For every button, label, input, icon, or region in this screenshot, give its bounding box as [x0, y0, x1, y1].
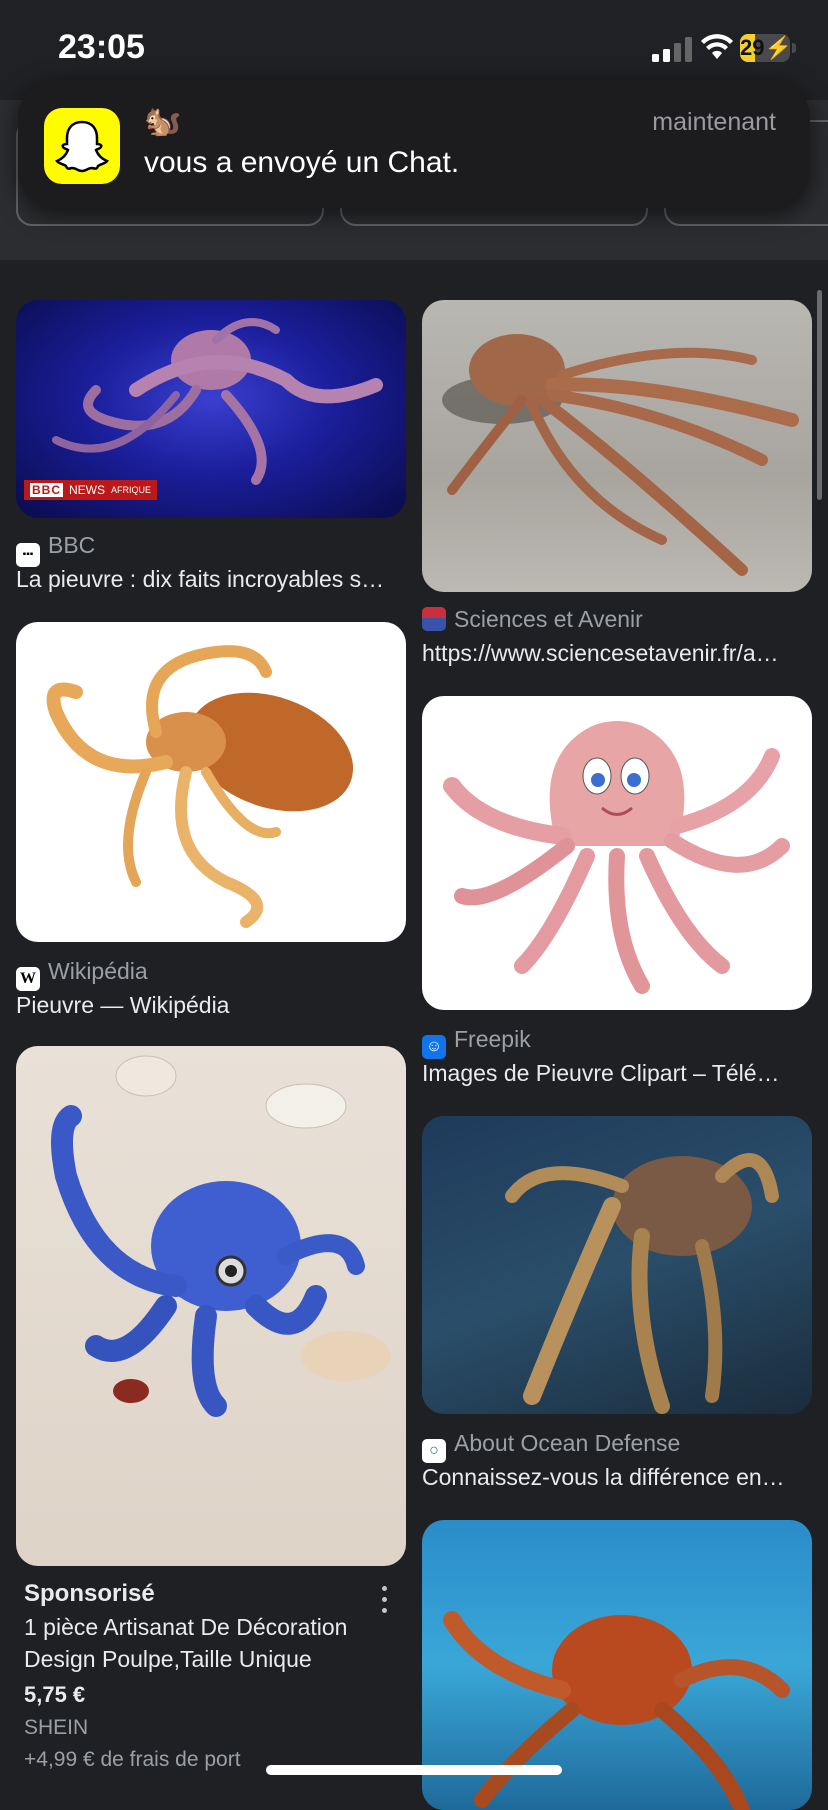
sponsored-shipping: +4,99 € de frais de port	[24, 1748, 241, 1771]
result-source-wikipedia[interactable]: W Wikipédia	[16, 958, 148, 991]
cellular-signal-icon	[652, 36, 694, 62]
result-caption-freepik[interactable]: Images de Pieuvre Clipart – Téléc…	[422, 1060, 788, 1087]
result-source-bbc[interactable]: ▪▪▪ BBC	[16, 532, 95, 567]
notification-message: vous a envoyé un Chat.	[144, 146, 460, 179]
status-time: 23:05	[58, 28, 145, 66]
battery-nub	[792, 43, 796, 53]
result-caption-wikipedia[interactable]: Pieuvre — Wikipédia	[16, 992, 406, 1019]
blue-octopus-figurine	[51, 1055, 391, 1417]
about-ocean-defense-favicon: ○	[422, 1439, 446, 1463]
result-caption-bbc[interactable]: La pieuvre : dix faits incroyables s…	[16, 566, 406, 593]
notification-time: maintenant	[652, 108, 776, 136]
result-source-about-ocean-defense[interactable]: ○ About Ocean Defense	[422, 1430, 680, 1463]
sponsored-title-line2[interactable]: Design Poulpe,Taille Unique	[24, 1646, 312, 1673]
battery-percentage: 29⚡	[740, 35, 790, 60]
wifi-icon	[701, 34, 733, 59]
home-indicator[interactable]	[266, 1765, 562, 1775]
wikipedia-favicon: W	[16, 967, 40, 991]
snapchat-ghost-icon	[44, 108, 120, 184]
result-image-about-ocean-defense[interactable]	[422, 1116, 812, 1414]
bbc-favicon: ▪▪▪	[16, 543, 40, 567]
more-options-icon[interactable]	[378, 1586, 390, 1616]
result-image-freepik[interactable]	[422, 696, 812, 1010]
sponsored-merchant: SHEIN	[24, 1716, 89, 1739]
sender-emoji: 🐿️	[144, 105, 182, 138]
scrollbar[interactable]	[817, 290, 822, 500]
result-caption-sciences-et-avenir[interactable]: https://www.sciencesetavenir.fr/a…	[422, 640, 788, 667]
sponsored-label: Sponsorisé	[24, 1580, 155, 1607]
freepik-favicon: ☺	[422, 1035, 446, 1059]
battery-charging-icon: 29⚡	[740, 34, 790, 62]
sponsored-image[interactable]	[16, 1046, 406, 1566]
cartoon-octopus-clipart	[443, 721, 790, 994]
bbc-news-logo: BBC NEWS AFRIQUE	[24, 480, 158, 500]
result-image-wikipedia[interactable]	[16, 622, 406, 942]
result-source-freepik[interactable]: ☺ Freepik	[422, 1026, 531, 1059]
snapchat-notification[interactable]: 🐿️ vous a envoyé un Chat. maintenant	[18, 80, 810, 208]
result-caption-about-ocean-defense[interactable]: Connaissez-vous la différence ent…	[422, 1464, 788, 1491]
octopus-illustration	[46, 645, 354, 928]
result-image-bbc[interactable]: BBC NEWS AFRIQUE	[16, 300, 406, 518]
octopus-on-sand-photo	[442, 334, 799, 576]
result-source-sciences-et-avenir[interactable]: Sciences et Avenir	[422, 606, 643, 633]
sponsored-title-line1[interactable]: 1 pièce Artisanat De Décoration	[24, 1614, 347, 1641]
result-image-sciences-et-avenir[interactable]	[422, 300, 812, 592]
sponsored-price: 5,75 €	[24, 1682, 86, 1707]
octopus-underwater-photo	[505, 1153, 779, 1414]
sciences-et-avenir-favicon	[422, 607, 446, 631]
